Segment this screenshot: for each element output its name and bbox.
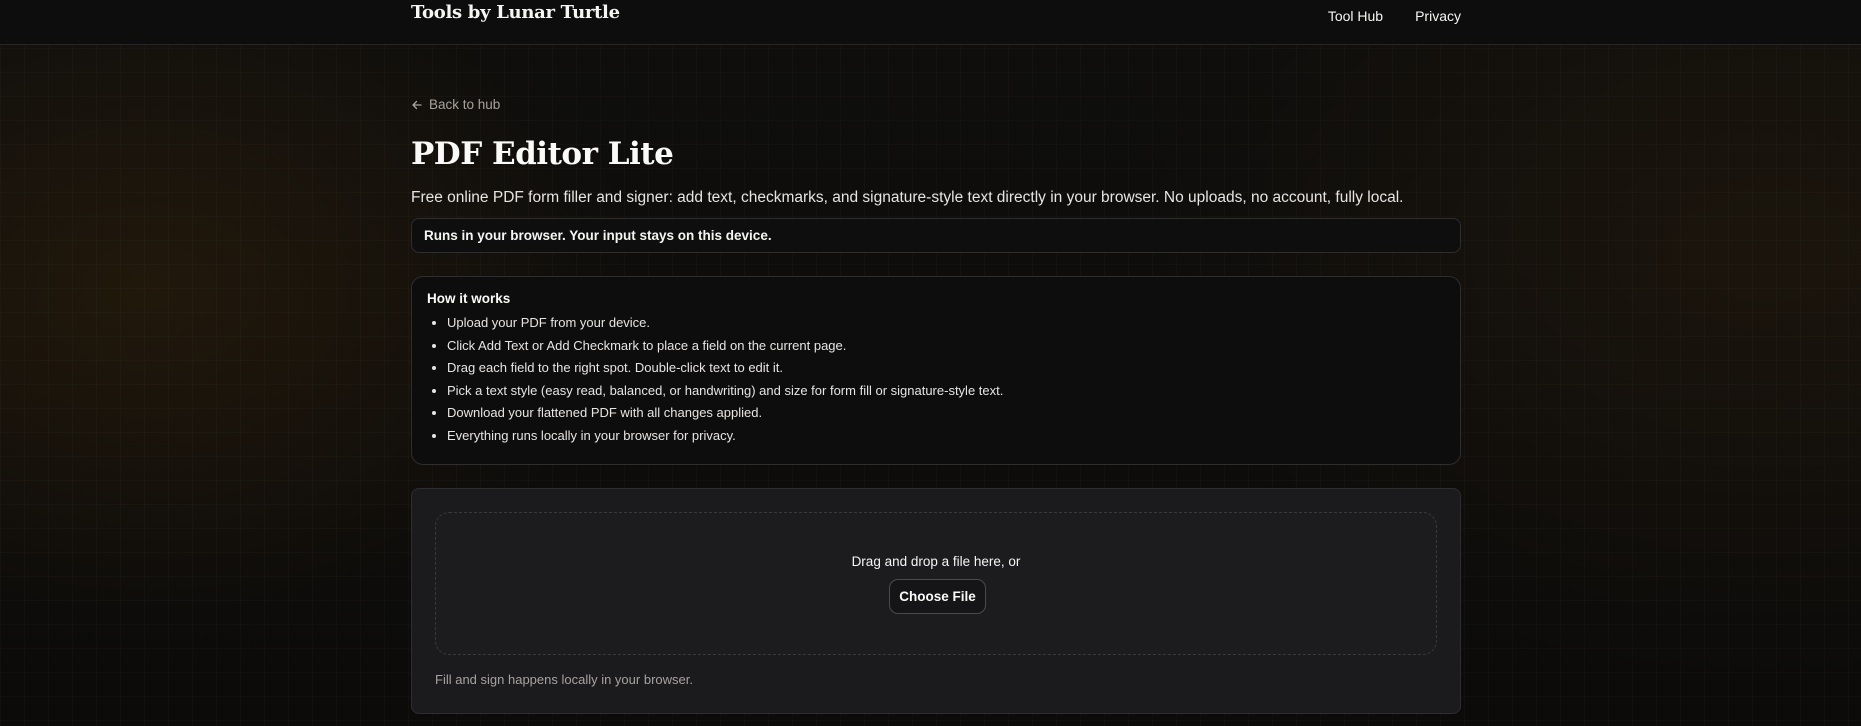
step-item: Download your flattened PDF with all cha…: [447, 402, 1445, 425]
local-notice: Runs in your browser. Your input stays o…: [411, 218, 1461, 253]
dropzone-text: Drag and drop a file here, or: [851, 554, 1021, 569]
top-navbar: Tools by Lunar Turtle Tool Hub Privacy: [0, 0, 1861, 45]
back-to-hub-link[interactable]: Back to hub: [411, 97, 500, 112]
arrow-left-icon: [411, 99, 423, 111]
step-item: Click Add Text or Add Checkmark to place…: [447, 335, 1445, 358]
file-dropzone[interactable]: Drag and drop a file here, or Choose Fil…: [435, 512, 1437, 655]
page-title: PDF Editor Lite: [411, 136, 674, 172]
step-item: Everything runs locally in your browser …: [447, 425, 1445, 448]
local-processing-note: Fill and sign happens locally in your br…: [435, 672, 693, 687]
how-it-works-card: How it works Upload your PDF from your d…: [411, 276, 1461, 465]
top-nav: Tool Hub Privacy: [1328, 8, 1461, 24]
upload-card: Drag and drop a file here, or Choose Fil…: [411, 488, 1461, 714]
steps-list: Upload your PDF from your device. Click …: [427, 312, 1445, 447]
choose-file-button[interactable]: Choose File: [889, 579, 986, 614]
nav-tool-hub[interactable]: Tool Hub: [1328, 8, 1383, 24]
how-it-works-heading: How it works: [427, 291, 511, 306]
step-item: Pick a text style (easy read, balanced, …: [447, 380, 1445, 403]
page-subtitle: Free online PDF form filler and signer: …: [411, 189, 1404, 206]
step-item: Upload your PDF from your device.: [447, 312, 1445, 335]
back-link-label: Back to hub: [429, 97, 501, 112]
step-item: Drag each field to the right spot. Doubl…: [447, 357, 1445, 380]
nav-privacy[interactable]: Privacy: [1415, 8, 1461, 24]
brand-logo[interactable]: Tools by Lunar Turtle: [411, 2, 620, 23]
